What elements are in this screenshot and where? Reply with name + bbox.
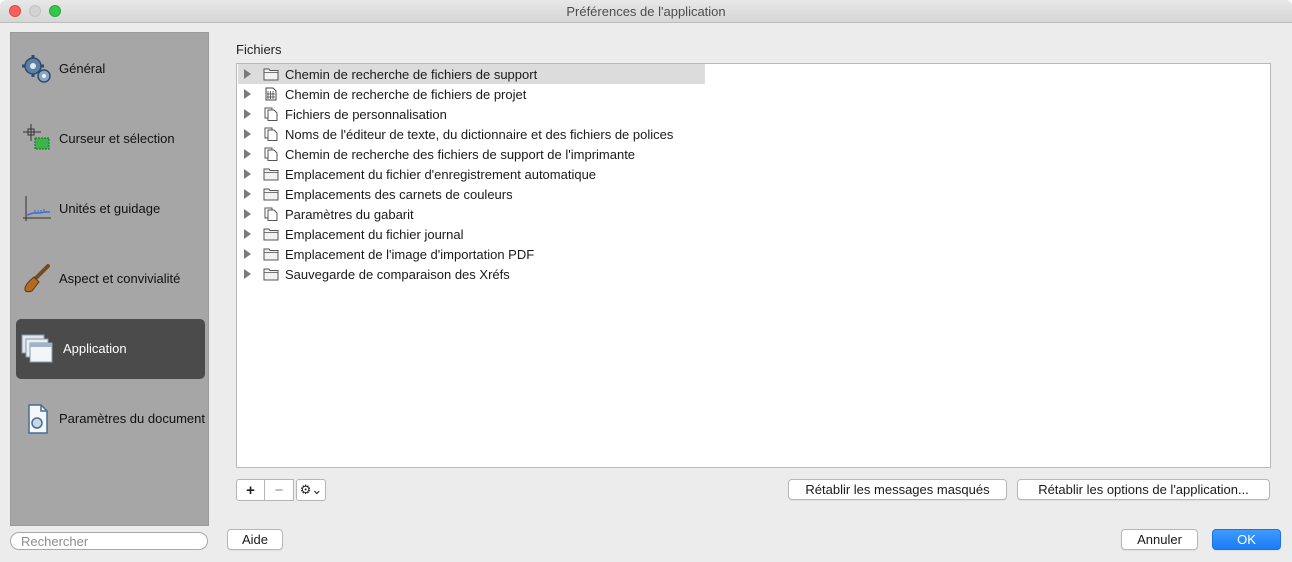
tree-row-label: Emplacements des carnets de couleurs [285, 187, 513, 202]
windows-stack-icon [20, 332, 54, 366]
ok-button[interactable]: OK [1212, 529, 1281, 550]
disclosure-triangle-icon[interactable] [244, 249, 251, 259]
sidebar-item-label: Général [59, 61, 106, 76]
sidebar-item-document-settings[interactable]: Paramètres du document [16, 389, 205, 449]
tree-row-label: Emplacement du fichier d'enregistrement … [285, 167, 597, 182]
project-file-icon [265, 87, 277, 101]
sidebar-item-label: Aspect et convivialité [59, 271, 181, 286]
paintbrush-icon [20, 262, 54, 296]
sidebar-item-application[interactable]: Application [16, 319, 205, 379]
tree-row-label: Chemin de recherche de fichiers de suppo… [285, 67, 538, 82]
tree-row-label: Chemin de recherche des fichiers de supp… [285, 147, 636, 162]
sidebar: Général Curseur et sélection Unités et g… [10, 32, 209, 526]
folder-icon [263, 168, 279, 181]
document-settings-icon [20, 402, 54, 436]
tree-row-label: Sauvegarde de comparaison des Xréfs [285, 267, 510, 282]
tree-row-label: Chemin de recherche de fichiers de proje… [285, 87, 527, 102]
sidebar-item-label: Curseur et sélection [59, 131, 175, 146]
reset-hidden-messages-button[interactable]: Rétablir les messages masqués [788, 479, 1007, 500]
disclosure-triangle-icon[interactable] [244, 149, 251, 159]
preferences-window: Préférences de l'application Général Cur… [0, 0, 1292, 562]
folder-icon [263, 248, 279, 261]
tree-row-label: Noms de l'éditeur de texte, du dictionna… [285, 127, 674, 142]
disclosure-triangle-icon[interactable] [244, 109, 251, 119]
search-input[interactable] [10, 532, 208, 550]
tree-row-label: Paramètres du gabarit [285, 207, 414, 222]
document-stack-icon [264, 127, 278, 141]
sidebar-item-label: Paramètres du document [59, 411, 205, 426]
sidebar-item-label: Application [63, 341, 127, 356]
document-stack-icon [264, 147, 278, 161]
disclosure-triangle-icon[interactable] [244, 209, 251, 219]
disclosure-triangle-icon[interactable] [244, 129, 251, 139]
folder-icon [263, 188, 279, 201]
title-bar: Préférences de l'application [0, 0, 1292, 23]
folder-icon [263, 228, 279, 241]
document-stack-icon [264, 207, 278, 221]
tree-row-label: Emplacement de l'image d'importation PDF [285, 247, 535, 262]
sidebar-item-units-guidance[interactable]: Unités et guidage [16, 179, 205, 239]
units-ruler-icon [20, 192, 54, 226]
document-stack-icon [264, 107, 278, 121]
gear-menu-button[interactable]: ⚙⌄ [296, 479, 326, 501]
cancel-button[interactable]: Annuler [1121, 529, 1198, 550]
sidebar-item-label: Unités et guidage [59, 201, 161, 216]
sidebar-item-look-feel[interactable]: Aspect et convivialité [16, 249, 205, 309]
reset-application-options-button[interactable]: Rétablir les options de l'application... [1017, 479, 1270, 500]
cursor-selection-icon [20, 122, 54, 156]
disclosure-triangle-icon[interactable] [244, 89, 251, 99]
folder-icon [263, 68, 279, 81]
sidebar-item-general[interactable]: Général [16, 39, 205, 99]
tree-row-label: Emplacement du fichier journal [285, 227, 464, 242]
tree-row-label: Fichiers de personnalisation [285, 107, 447, 122]
disclosure-triangle-icon[interactable] [244, 189, 251, 199]
disclosure-triangle-icon[interactable] [244, 229, 251, 239]
gears-icon [20, 52, 54, 86]
window-title: Préférences de l'application [566, 4, 726, 19]
remove-path-button[interactable]: − [265, 479, 294, 501]
gear-icon: ⚙⌄ [299, 482, 323, 497]
disclosure-triangle-icon[interactable] [244, 269, 251, 279]
tree-row[interactable]: Chemin de recherche de fichiers de suppo… [238, 64, 705, 84]
disclosure-triangle-icon[interactable] [244, 69, 251, 79]
add-path-button[interactable]: + [236, 479, 265, 501]
disclosure-triangle-icon[interactable] [244, 169, 251, 179]
folder-icon [263, 268, 279, 281]
sidebar-item-cursor-selection[interactable]: Curseur et sélection [16, 109, 205, 169]
section-title: Fichiers [236, 42, 282, 57]
files-tree[interactable]: Chemin de recherche de fichiers de suppo… [236, 63, 1271, 468]
help-button[interactable]: Aide [227, 529, 283, 550]
